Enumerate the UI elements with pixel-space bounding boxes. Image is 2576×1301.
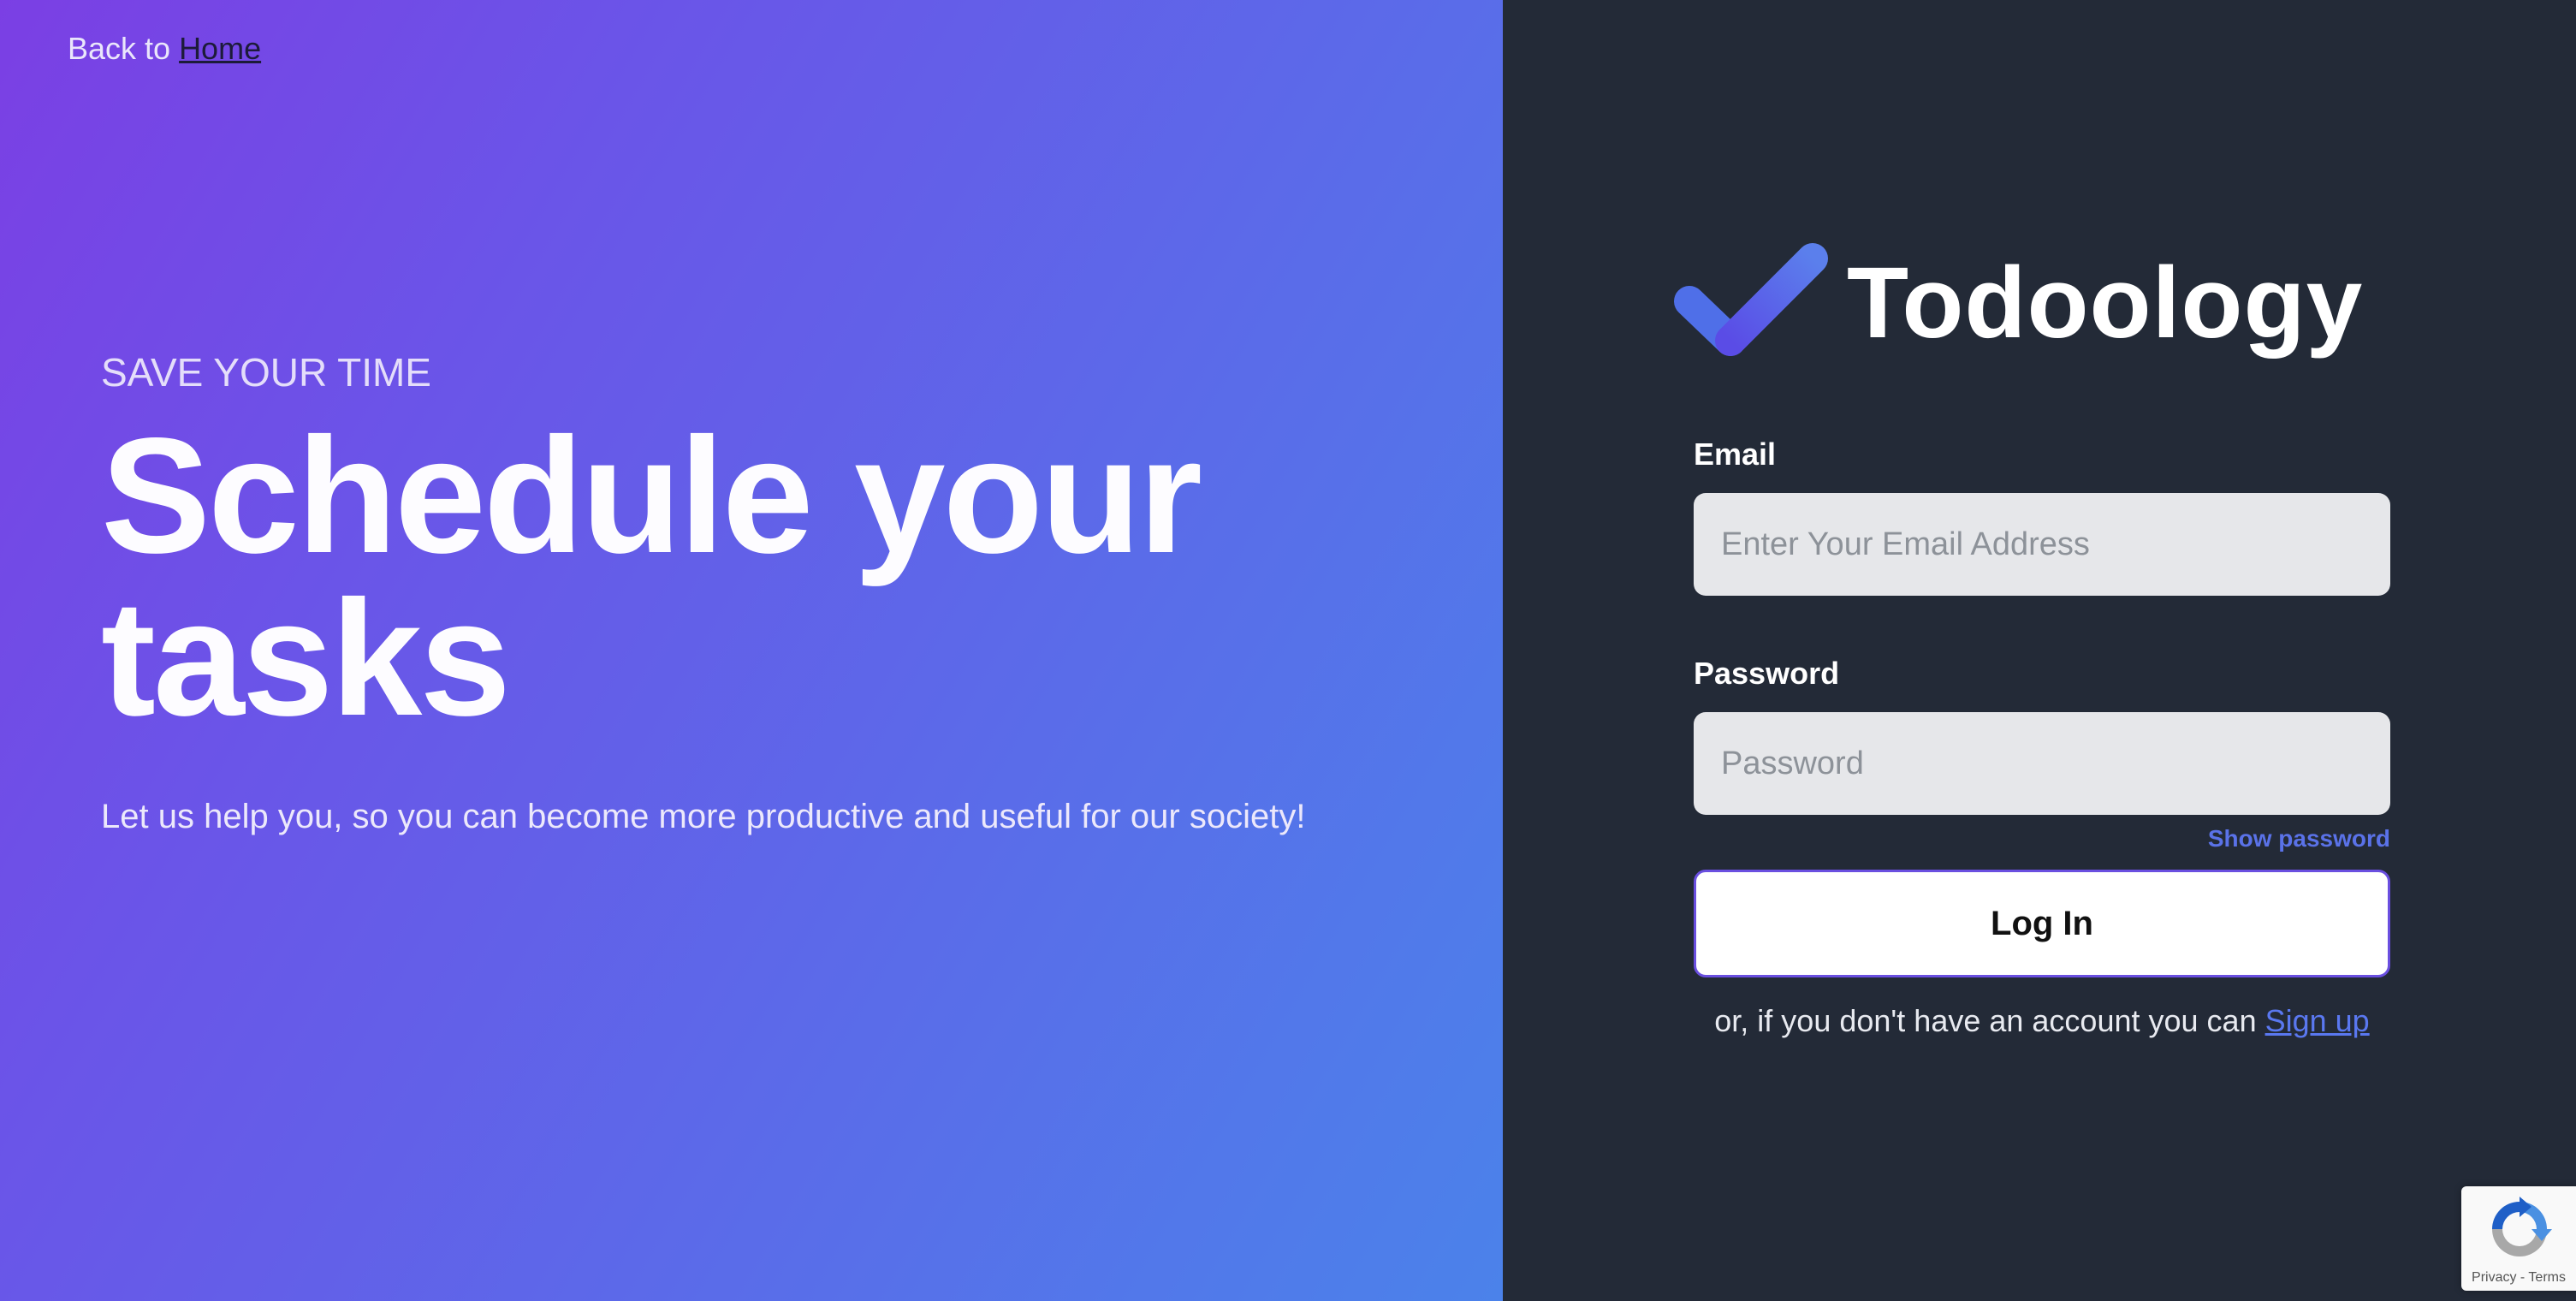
hero-content: SAVE YOUR TIME Schedule your tasks Let u… (101, 349, 1436, 836)
password-field[interactable] (1694, 712, 2390, 815)
show-password-toggle[interactable]: Show password (1694, 825, 2390, 852)
login-panel: Todoology Email Password Show password L… (1503, 0, 2576, 1301)
brand-logo: Todoology (1671, 240, 2363, 366)
signup-prompt: or, if you don't have an account you can… (1694, 1003, 2390, 1039)
checkmark-icon (1674, 243, 1828, 356)
hero-headline: Schedule your tasks (101, 413, 1436, 740)
recaptcha-badge[interactable]: Privacy - Terms (2461, 1186, 2576, 1291)
login-button[interactable]: Log In (1694, 870, 2390, 977)
back-link-row: Back to Home (68, 31, 261, 67)
email-field[interactable] (1694, 493, 2390, 596)
signup-link[interactable]: Sign up (2265, 1003, 2370, 1038)
email-label: Email (1694, 437, 1777, 472)
home-link[interactable]: Home (179, 31, 261, 66)
login-form: Email Password Show password Log In or, … (1694, 437, 2390, 1039)
password-label: Password (1694, 656, 1840, 691)
back-prefix: Back to (68, 31, 180, 66)
hero-eyebrow: SAVE YOUR TIME (101, 350, 431, 395)
login-page: Back to Home SAVE YOUR TIME Schedule you… (0, 0, 2576, 1301)
hero-tagline: Let us help you, so you can become more … (101, 798, 1306, 835)
headline-line-1: Schedule your (101, 403, 1202, 587)
headline-line-2: tasks (101, 566, 511, 750)
hero-panel: Back to Home SAVE YOUR TIME Schedule you… (0, 0, 1503, 1301)
brand-name: Todoology (1847, 247, 2364, 359)
recaptcha-links[interactable]: Privacy - Terms (2461, 1270, 2576, 1286)
recaptcha-icon (2492, 1197, 2552, 1256)
signup-prefix: or, if you don't have an account you can (1714, 1003, 2265, 1038)
